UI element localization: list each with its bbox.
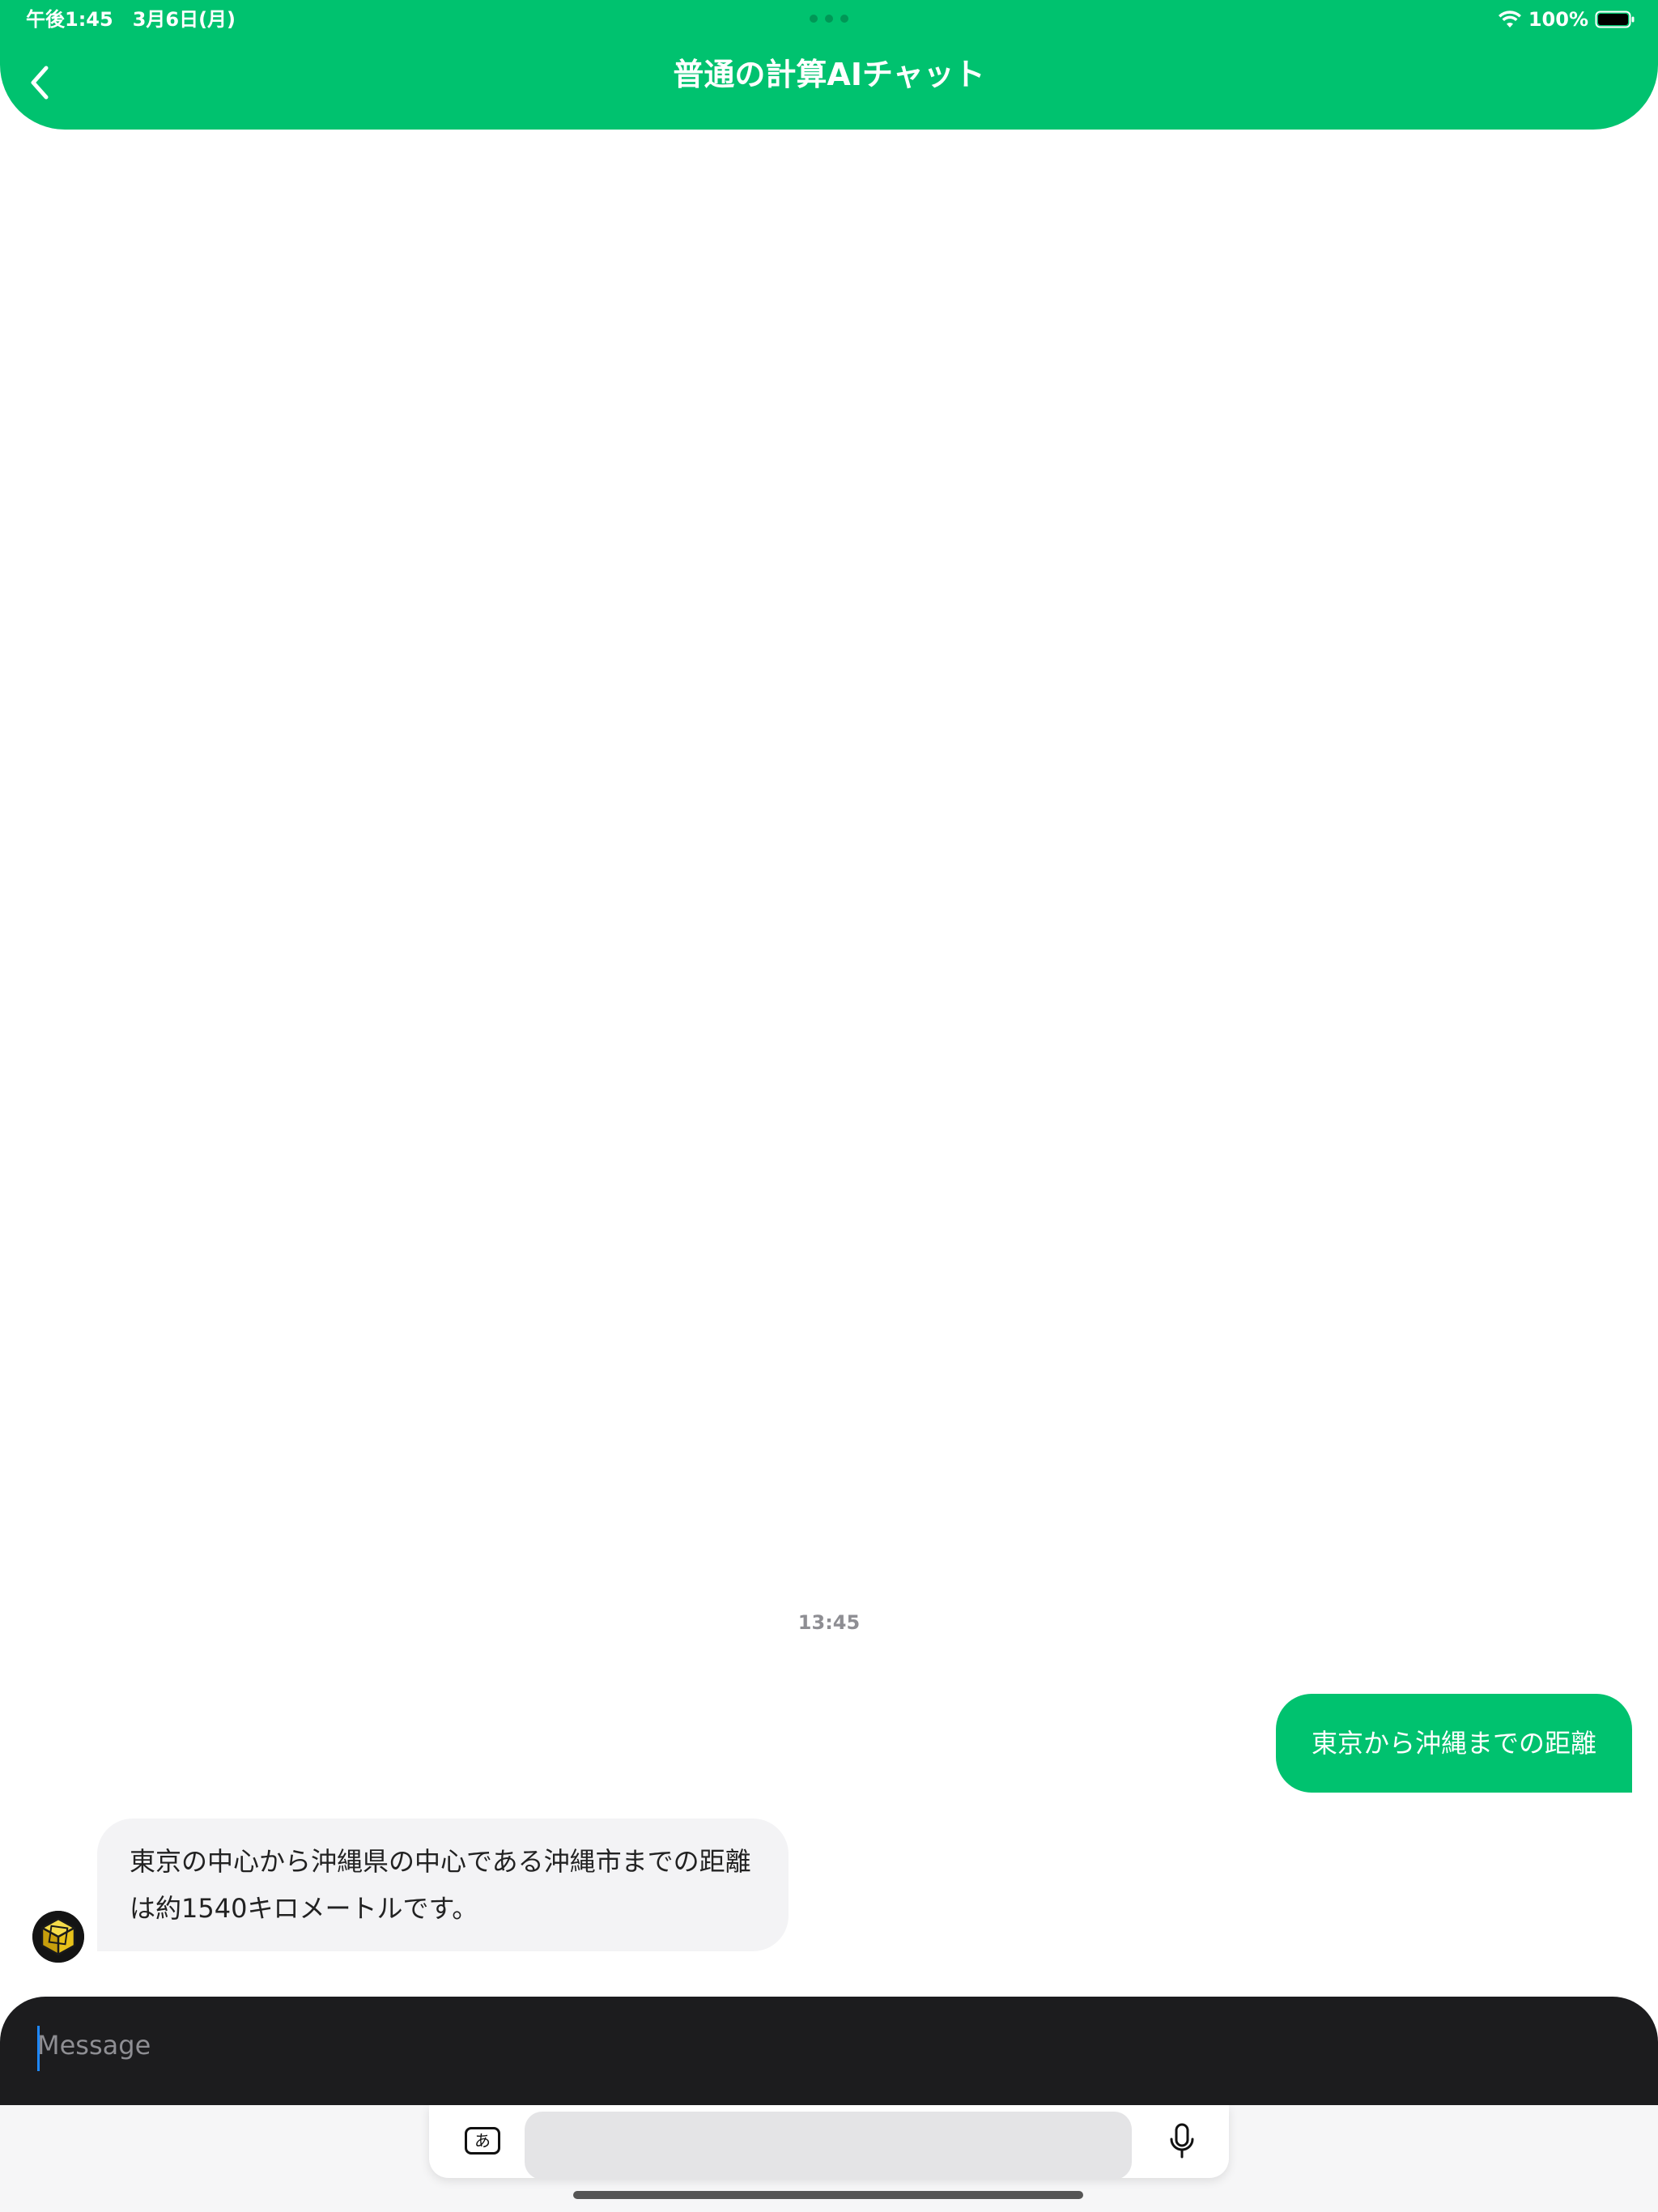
message-input-bar	[0, 1997, 1658, 2105]
keyboard-toolbar: あ	[429, 2105, 1229, 2180]
keyboard-language-button[interactable]: あ	[463, 2123, 502, 2159]
cube-avatar-icon[interactable]	[32, 1911, 84, 1963]
page-title: 普通の計算AIチャット	[673, 57, 985, 92]
bot-message-bubble: 東京の中心から沖縄県の中心である沖縄市までの距離は約1540キロメートルです。	[97, 1819, 789, 1951]
wifi-icon	[1498, 11, 1521, 28]
app-header: 午後1:45 3月6日(月) 100% 普通の計算AIチャット	[0, 0, 1658, 130]
message-input[interactable]	[37, 2021, 1575, 2069]
home-indicator[interactable]	[573, 2191, 1083, 2199]
status-time: 午後1:45 3月6日(月)	[26, 8, 236, 31]
multitasking-dots[interactable]	[810, 15, 848, 24]
text-caret	[37, 2026, 40, 2071]
status-right: 100%	[1498, 6, 1635, 32]
message-timestamp: 13:45	[797, 1611, 861, 1634]
keyboard-language-icon: あ	[465, 2127, 500, 2155]
user-message-bubble: 東京から沖縄までの距離	[1275, 1694, 1632, 1793]
keyboard-area: あ	[0, 2105, 1658, 2212]
battery-percent: 100%	[1528, 8, 1588, 31]
microphone-icon	[1170, 2123, 1194, 2159]
keyboard-suggestion-bar[interactable]	[525, 2112, 1132, 2180]
battery-icon	[1595, 11, 1635, 28]
dictation-button[interactable]	[1163, 2121, 1201, 2162]
